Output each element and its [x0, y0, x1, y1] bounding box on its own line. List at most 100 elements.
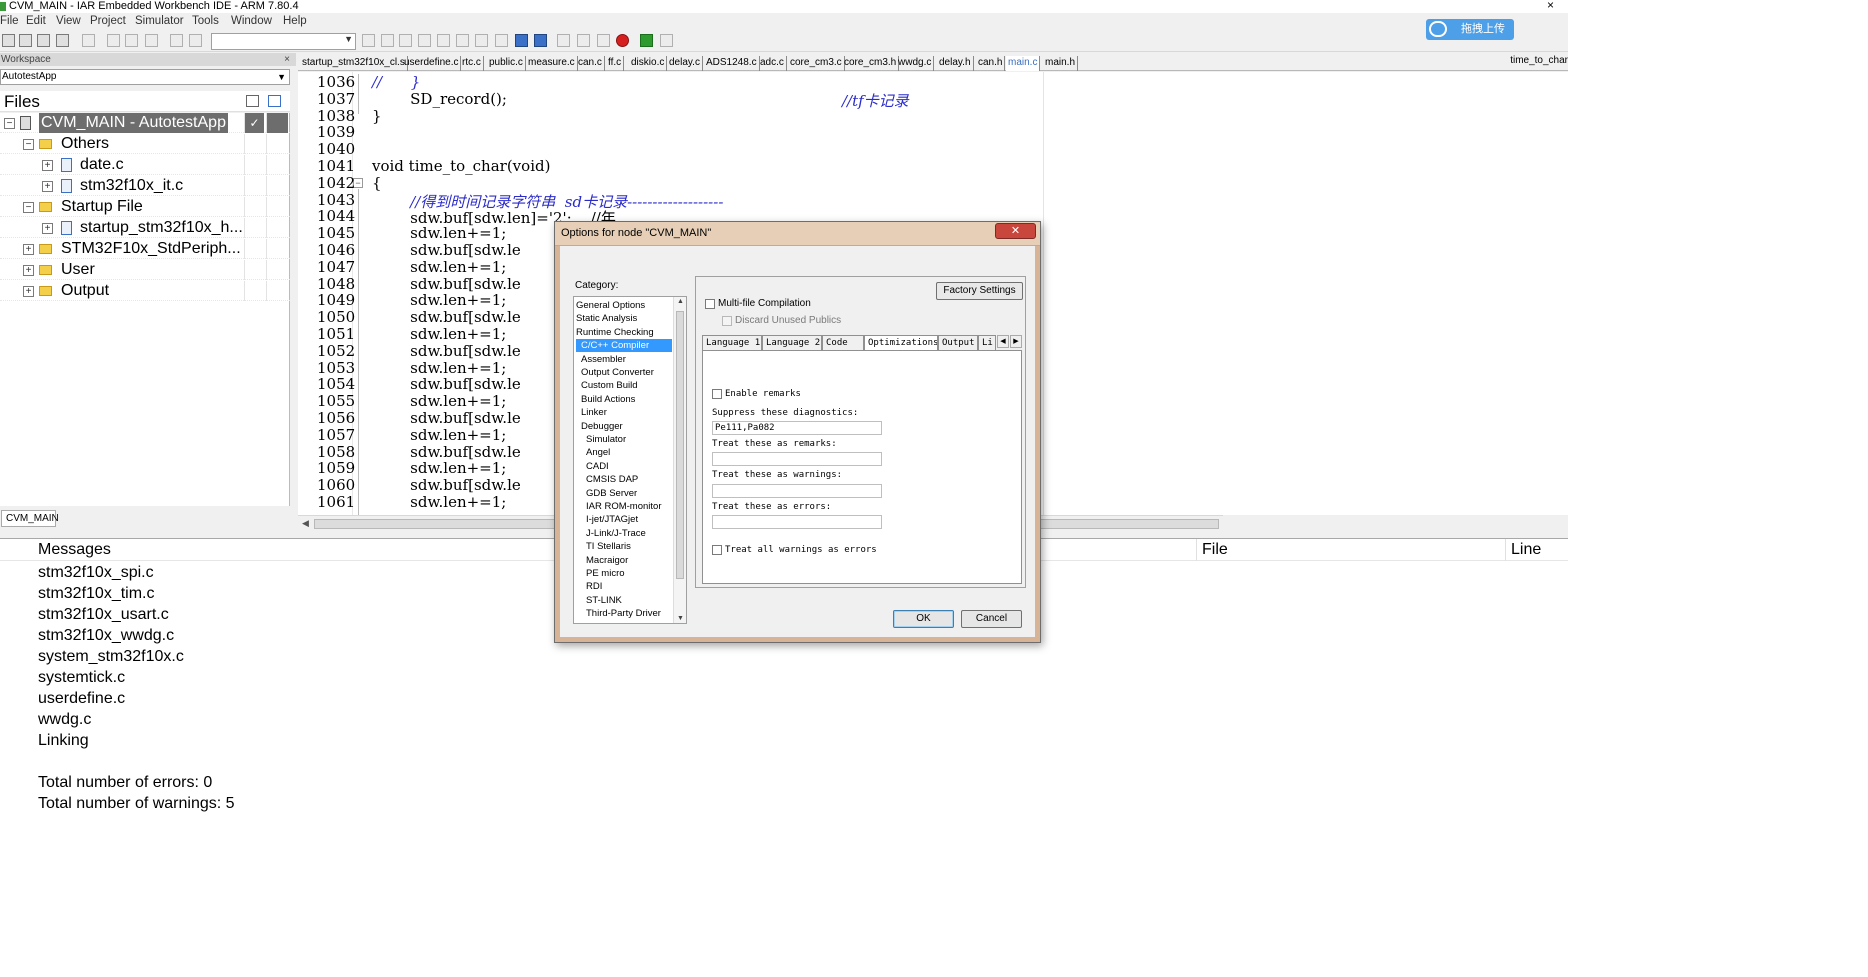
- bookmark-icon[interactable]: [456, 34, 469, 47]
- category-item[interactable]: GDB Server: [576, 487, 672, 500]
- category-item[interactable]: Assembler: [576, 353, 672, 366]
- category-item[interactable]: RDI: [576, 580, 672, 593]
- subtab-optimizations[interactable]: Optimizations: [864, 335, 938, 350]
- menu-help[interactable]: Help: [283, 15, 307, 27]
- ok-button[interactable]: OK: [893, 610, 954, 628]
- collapse-icon[interactable]: −: [23, 202, 34, 213]
- category-item[interactable]: Macraigor: [576, 554, 672, 567]
- code-line[interactable]: sdw.len+=1;: [372, 392, 506, 410]
- tree-folder-stdperiph[interactable]: + STM32F10x_StdPeriph...: [0, 239, 290, 259]
- category-item[interactable]: IAR ROM-monitor: [576, 500, 672, 513]
- category-item[interactable]: Angel: [576, 446, 672, 459]
- code-line[interactable]: sdw.buf[sdw.le: [372, 443, 521, 461]
- rebuild-icon[interactable]: [577, 34, 590, 47]
- subtab-language-1[interactable]: Language 1: [702, 335, 762, 350]
- col-file[interactable]: File: [1202, 541, 1228, 559]
- code-line[interactable]: sdw.len+=1;: [372, 325, 506, 343]
- message-line[interactable]: systemtick.c: [38, 669, 125, 687]
- subtab-output[interactable]: Output: [938, 335, 978, 350]
- category-item[interactable]: C/C++ Compiler: [576, 339, 672, 353]
- tab-core-cm3-c[interactable]: core_cm3.c: [788, 56, 845, 71]
- paste-icon[interactable]: [145, 34, 158, 47]
- category-item[interactable]: J-Link/J-Trace: [576, 527, 672, 540]
- function-combo[interactable]: time_to_char: [1510, 55, 1568, 66]
- tab-rtc-c[interactable]: rtc.c: [460, 56, 484, 71]
- collapse-icon[interactable]: −: [4, 118, 15, 129]
- code-line[interactable]: sdw.buf[sdw.le: [372, 241, 521, 259]
- find-next-icon[interactable]: [381, 34, 394, 47]
- category-item[interactable]: ST-LINK: [576, 594, 672, 607]
- code-line[interactable]: // }: [372, 73, 420, 91]
- code-line[interactable]: sdw.buf[sdw.le: [372, 342, 521, 360]
- code-line[interactable]: sdw.buf[sdw.le: [372, 308, 521, 326]
- open-folder-icon[interactable]: [19, 34, 32, 47]
- chevron-right-icon[interactable]: ▶: [1010, 335, 1022, 348]
- menu-window[interactable]: Window: [231, 15, 272, 27]
- debug-without-download-icon[interactable]: [660, 34, 673, 47]
- expand-icon[interactable]: +: [23, 265, 34, 276]
- category-item[interactable]: General Options: [576, 299, 672, 312]
- tree-file-it[interactable]: + stm32f10x_it.c: [0, 176, 290, 196]
- category-item[interactable]: PE micro: [576, 567, 672, 580]
- col-messages[interactable]: Messages: [38, 541, 111, 559]
- expand-icon[interactable]: +: [23, 286, 34, 297]
- subtab-code[interactable]: Code: [822, 335, 864, 350]
- cancel-button[interactable]: Cancel: [961, 610, 1022, 628]
- menu-project[interactable]: Project: [90, 15, 126, 27]
- code-line[interactable]: sdw.len+=1;: [372, 426, 506, 444]
- code-line[interactable]: sdw.buf[sdw.le: [372, 275, 521, 293]
- code-line[interactable]: void time_to_char(void): [372, 157, 550, 175]
- scroll-up-icon[interactable]: ▲: [677, 298, 684, 305]
- upload-button[interactable]: 拖拽上传: [1426, 19, 1514, 40]
- make-icon[interactable]: [534, 34, 547, 47]
- message-line[interactable]: stm32f10x_tim.c: [38, 585, 154, 603]
- message-line[interactable]: userdefine.c: [38, 690, 125, 708]
- code-line[interactable]: SD_record();: [372, 90, 507, 108]
- expand-icon[interactable]: +: [42, 223, 53, 234]
- breakpoint-icon[interactable]: [616, 34, 629, 47]
- col-line[interactable]: Line: [1511, 541, 1541, 559]
- close-icon[interactable]: ×: [284, 53, 290, 66]
- message-line[interactable]: Linking: [38, 732, 89, 750]
- category-item[interactable]: Static Analysis: [576, 312, 672, 325]
- tree-folder-user[interactable]: + User: [0, 260, 290, 280]
- category-item[interactable]: Linker: [576, 406, 672, 419]
- code-line[interactable]: sdw.buf[sdw.le: [372, 476, 521, 494]
- subtab-list[interactable]: Li: [978, 335, 996, 350]
- tab-public-c[interactable]: public.c: [487, 56, 526, 71]
- tab-ads1248-c[interactable]: ADS1248.c: [704, 56, 760, 71]
- tab-ff-c[interactable]: ff.c: [606, 56, 625, 71]
- tab-can-h[interactable]: can.h: [976, 56, 1006, 71]
- tree-folder-others[interactable]: − Others: [0, 134, 290, 154]
- workspace-tab-cvm-main[interactable]: CVM_MAIN: [1, 510, 59, 527]
- code-line[interactable]: sdw.buf[sdw.le: [372, 375, 521, 393]
- save-all-icon[interactable]: [56, 34, 69, 47]
- menu-simulator[interactable]: Simulator: [135, 15, 184, 27]
- download-debug-icon[interactable]: [640, 34, 653, 47]
- tab-main-h[interactable]: main.h: [1043, 56, 1079, 71]
- dialog-close-button[interactable]: ✕: [995, 223, 1036, 239]
- message-line[interactable]: wwdg.c: [38, 711, 91, 729]
- category-item[interactable]: Custom Build: [576, 379, 672, 392]
- undo-icon[interactable]: [170, 34, 183, 47]
- goto-icon[interactable]: [437, 34, 450, 47]
- code-line[interactable]: sdw.len+=1;: [372, 493, 506, 511]
- code-line[interactable]: sdw.buf[sdw.le: [372, 409, 521, 427]
- tab-adc-c[interactable]: adc.c: [758, 56, 787, 71]
- subtab-language-2[interactable]: Language 2: [762, 335, 822, 350]
- code-line[interactable]: {: [372, 174, 382, 192]
- code-line[interactable]: sdw.len+=1;: [372, 459, 506, 477]
- message-line[interactable]: Total number of warnings: 5: [38, 795, 235, 813]
- nav-back-icon[interactable]: [475, 34, 488, 47]
- col-separator[interactable]: [1196, 539, 1197, 561]
- browse-icon[interactable]: [515, 34, 528, 47]
- tab-core-cm3-h[interactable]: core_cm3.h: [842, 56, 900, 71]
- errors-input[interactable]: [712, 515, 882, 529]
- copy-icon[interactable]: [125, 34, 138, 47]
- build-status-icon[interactable]: [246, 95, 259, 107]
- tab-measure-c[interactable]: measure.c: [526, 56, 578, 71]
- find-prev-icon[interactable]: [399, 34, 412, 47]
- suppress-input[interactable]: Pe111,Pa082: [712, 421, 882, 435]
- find-combo[interactable]: ▼: [211, 33, 356, 50]
- save-icon[interactable]: [37, 34, 50, 47]
